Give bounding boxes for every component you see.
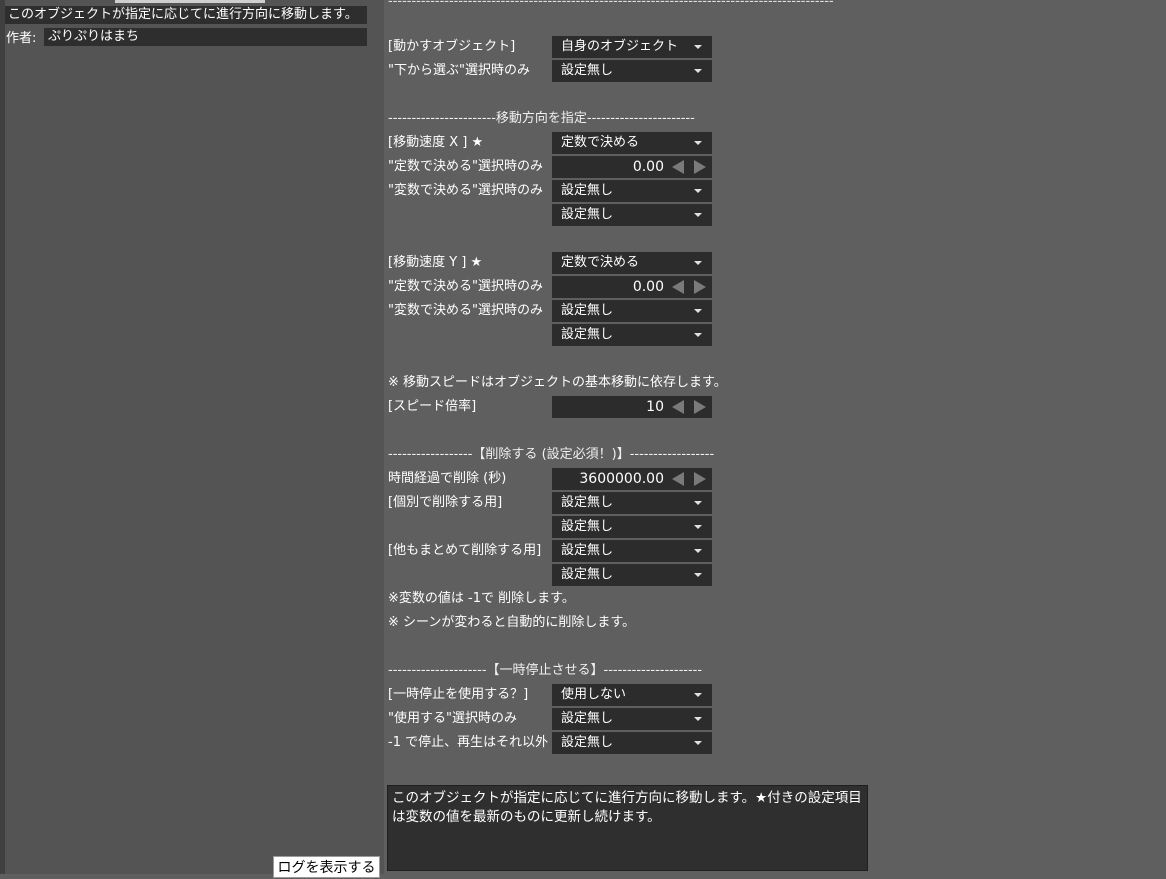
show-log-button[interactable]: ログを表示する (273, 856, 380, 878)
individual-delete-dropdown-1[interactable]: 設定無し (552, 492, 712, 514)
speed-y-var-dropdown-1[interactable]: 設定無し (552, 300, 712, 322)
chevron-down-icon (694, 309, 702, 313)
from-below-dropdown-value: 設定無し (561, 63, 614, 78)
chevron-down-icon (694, 549, 702, 553)
delete-note-1: ※変数の値は -1で 削除します。 (388, 591, 575, 606)
speed-y-var-dropdown-2[interactable]: 設定無し (552, 324, 712, 346)
speed-y-var-value-2: 設定無し (561, 327, 614, 342)
speed-x-var-value-2: 設定無し (561, 207, 614, 222)
chevron-down-icon (694, 333, 702, 337)
pause-use-label: [一時停止を使用する？] (388, 687, 529, 702)
help-text-box: このオブジェクトが指定に応じてに進行方向に移動します。★付きの設定項目は変数の値… (387, 785, 868, 871)
object-description: このオブジェクトが指定に応じてに進行方向に移動します。 (5, 6, 367, 24)
left-panel (0, 0, 384, 874)
direction-separator: -----------------------移動方向を指定----------… (388, 111, 695, 126)
decrement-arrow-icon[interactable] (672, 160, 684, 174)
author-name: ぷりぷりはまち (44, 28, 367, 46)
delete-note-2: ※ シーンが変わると自動的に削除します。 (388, 615, 636, 630)
from-below-dropdown[interactable]: 設定無し (552, 60, 712, 82)
pause-use-value: 使用しない (561, 687, 627, 702)
chevron-down-icon (694, 717, 702, 721)
speed-x-label: [移動速度 X ] ★ (388, 135, 484, 150)
increment-arrow-icon[interactable] (694, 472, 706, 486)
speed-y-label: [移動速度 Y ] ★ (388, 255, 483, 270)
speed-x-var-dropdown-1[interactable]: 設定無し (552, 180, 712, 202)
chevron-down-icon (694, 501, 702, 505)
chevron-down-icon (694, 261, 702, 265)
individual-delete-label: [個別で削除する用] (388, 495, 503, 510)
speed-rate-stepper[interactable]: 10 (552, 396, 712, 418)
speed-x-const-value: 0.00 (632, 159, 664, 175)
object-label: [動かすオブジェクト] (388, 39, 516, 54)
speed-y-mode-dropdown[interactable]: 定数で決める (552, 252, 712, 274)
speed-y-var-label: "変数で決める"選択時のみ (388, 303, 543, 318)
group-delete-dropdown-1[interactable]: 設定無し (552, 540, 712, 562)
author-label: 作者: (6, 31, 37, 46)
group-delete-value-1: 設定無し (561, 543, 614, 558)
chevron-down-icon (694, 693, 702, 697)
speed-x-const-stepper[interactable]: 0.00 (552, 156, 712, 178)
speed-x-mode-value: 定数で決める (561, 135, 640, 150)
group-delete-label: [他もまとめて削除する用] (388, 543, 542, 558)
pause-variable-dropdown[interactable]: 設定無し (552, 732, 712, 754)
chevron-down-icon (694, 525, 702, 529)
panel-tab-indicator (115, 0, 265, 3)
speed-y-const-value: 0.00 (632, 279, 664, 295)
speed-x-var-dropdown-2[interactable]: 設定無し (552, 204, 712, 226)
speed-y-mode-value: 定数で決める (561, 255, 640, 270)
pause-separator: ---------------------【一時停止させる】----------… (388, 663, 703, 678)
chevron-down-icon (694, 573, 702, 577)
time-delete-label: 時間経過で削除 (秒) (388, 471, 507, 486)
chevron-down-icon (694, 189, 702, 193)
object-dropdown[interactable]: 自身のオブジェクト (552, 36, 712, 58)
decrement-arrow-icon[interactable] (672, 400, 684, 414)
speed-x-var-label: "変数で決める"選択時のみ (388, 183, 543, 198)
individual-delete-dropdown-2[interactable]: 設定無し (552, 516, 712, 538)
chevron-down-icon (694, 213, 702, 217)
speed-y-const-label: "定数で決める"選択時のみ (388, 279, 543, 294)
from-below-label: "下から選ぶ"選択時のみ (388, 63, 530, 78)
chevron-down-icon (694, 141, 702, 145)
chevron-down-icon (694, 69, 702, 73)
individual-delete-value-2: 設定無し (561, 519, 614, 534)
group-delete-dropdown-2[interactable]: 設定無し (552, 564, 712, 586)
pause-variable-label: -1 で停止、再生はそれ以外 (388, 735, 549, 750)
group-delete-value-2: 設定無し (561, 567, 614, 582)
left-panel-border (0, 0, 5, 874)
chevron-down-icon (694, 741, 702, 745)
increment-arrow-icon[interactable] (694, 160, 706, 174)
top-divider: ----------------------------------------… (388, 0, 834, 6)
pause-select-value: 設定無し (561, 711, 614, 726)
pause-variable-value: 設定無し (561, 735, 614, 750)
speed-x-const-label: "定数で決める"選択時のみ (388, 159, 543, 174)
speed-rate-label: [スピード倍率] (388, 399, 477, 414)
delete-separator: ------------------【削除する (設定必須！)】--------… (388, 447, 715, 462)
pause-select-label: "使用する"選択時のみ (388, 711, 517, 726)
pause-select-dropdown[interactable]: 設定無し (552, 708, 712, 730)
decrement-arrow-icon[interactable] (672, 472, 684, 486)
increment-arrow-icon[interactable] (694, 400, 706, 414)
time-delete-stepper[interactable]: 3600000.00 (552, 468, 712, 490)
speed-x-var-value-1: 設定無し (561, 183, 614, 198)
increment-arrow-icon[interactable] (694, 280, 706, 294)
speed-y-var-value-1: 設定無し (561, 303, 614, 318)
object-dropdown-value: 自身のオブジェクト (561, 39, 679, 54)
speed-note: ※ 移動スピードはオブジェクトの基本移動に依存します。 (388, 375, 727, 390)
speed-rate-value: 10 (646, 399, 664, 415)
speed-y-const-stepper[interactable]: 0.00 (552, 276, 712, 298)
chevron-down-icon (694, 45, 702, 49)
time-delete-value: 3600000.00 (579, 471, 664, 487)
speed-x-mode-dropdown[interactable]: 定数で決める (552, 132, 712, 154)
pause-use-dropdown[interactable]: 使用しない (552, 684, 712, 706)
individual-delete-value-1: 設定無し (561, 495, 614, 510)
decrement-arrow-icon[interactable] (672, 280, 684, 294)
